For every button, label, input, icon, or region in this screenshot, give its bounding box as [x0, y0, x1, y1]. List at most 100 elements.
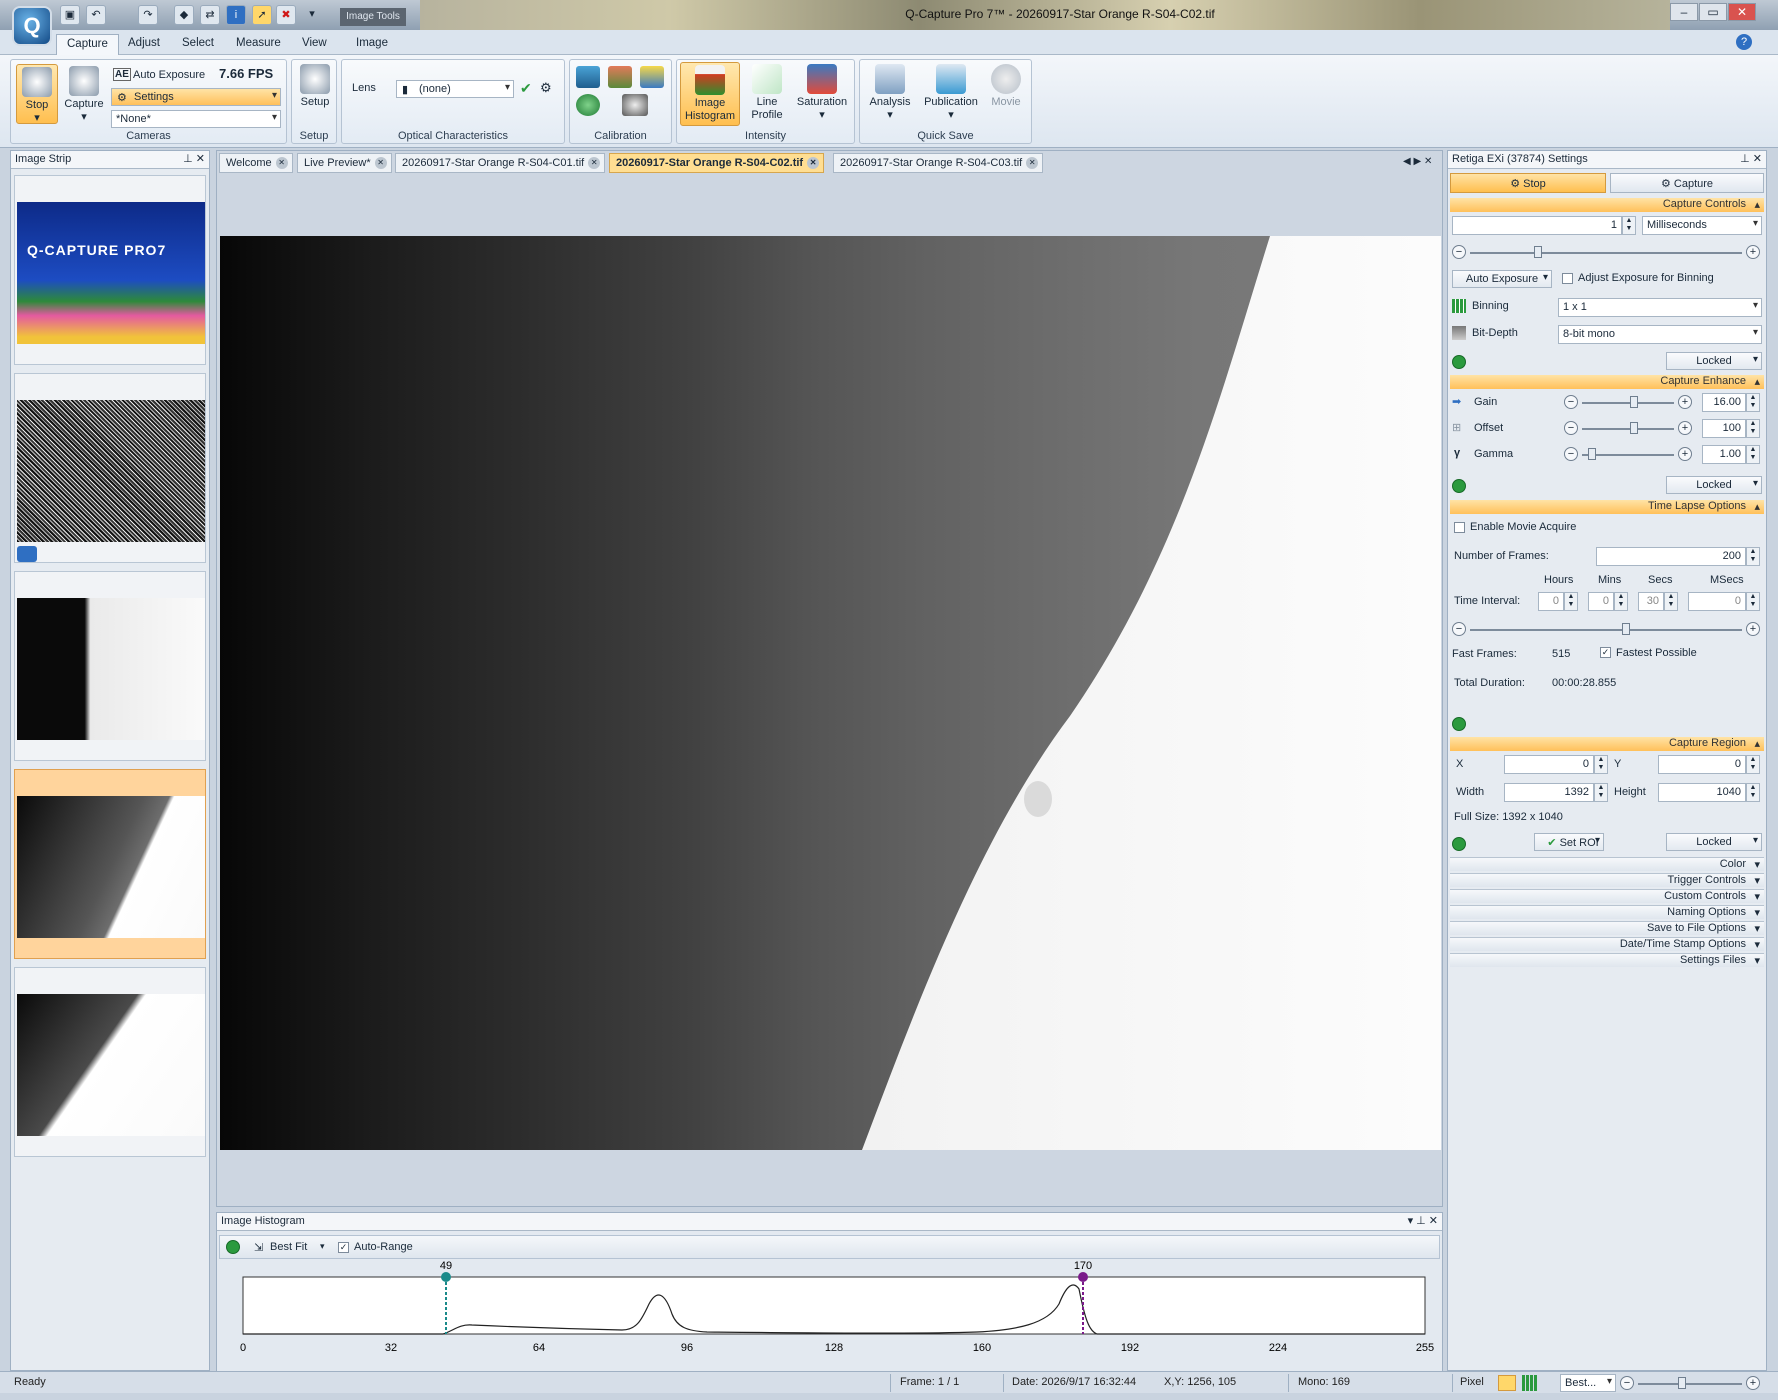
calibration-camera-icon[interactable]: [576, 66, 600, 88]
fit-chevron-down-icon[interactable]: ▾: [320, 1241, 325, 1252]
delete-icon[interactable]: ✖: [276, 5, 296, 25]
tab-scroll-arrows-icon[interactable]: ◀ ▶ ✕: [1403, 156, 1432, 167]
panel-stop-button[interactable]: ⚙ Stop: [1450, 173, 1606, 193]
frames-input[interactable]: 200: [1596, 547, 1746, 566]
fastest-possible-checkbox[interactable]: ✓: [1600, 647, 1611, 658]
gain-slider-thumb[interactable]: [1630, 396, 1638, 408]
interval-increase-icon[interactable]: +: [1746, 622, 1760, 636]
gamma-spinner[interactable]: ▲ ▼: [1746, 445, 1760, 464]
time-lapse-header[interactable]: Time Lapse Options: [1450, 500, 1764, 514]
msecs-spinner[interactable]: ▲ ▼: [1746, 592, 1760, 611]
zoom-slider-thumb[interactable]: [1678, 1377, 1686, 1389]
hours-spinner[interactable]: ▲ ▼: [1564, 592, 1578, 611]
capture-region-header[interactable]: Capture Region: [1450, 737, 1764, 751]
tab-adjust[interactable]: Adjust: [118, 34, 170, 55]
naming-options-section[interactable]: Naming Options: [1450, 905, 1764, 919]
close-tab-icon[interactable]: ✕: [807, 157, 820, 169]
color-section[interactable]: Color: [1450, 857, 1764, 871]
doc-tab-welcome[interactable]: Welcome ✕: [219, 153, 293, 173]
histogram-chart[interactable]: 49 170 0 32 64 96 128 160 192 224 255: [217, 1259, 1444, 1371]
capture-controls-refresh-icon[interactable]: [1452, 355, 1466, 369]
image-canvas[interactable]: [220, 236, 1441, 1150]
help-icon[interactable]: ?: [1736, 34, 1752, 50]
settings-dropdown[interactable]: ⚙ Settings: [111, 88, 281, 106]
capture-enhance-refresh-icon[interactable]: [1452, 479, 1466, 493]
saturation-button[interactable]: Saturation ▾: [791, 64, 853, 122]
doc-tab-c01[interactable]: 20260917-Star Orange R-S04-C01.tif ✕: [395, 153, 606, 173]
capture-controls-header[interactable]: Capture Controls: [1450, 198, 1764, 212]
save-to-file-section[interactable]: Save to File Options: [1450, 921, 1764, 935]
thumbnail-welcome[interactable]: Q-CAPTURE PRO7: [14, 175, 206, 365]
preset-dropdown[interactable]: *None*: [111, 110, 281, 128]
gamma-input[interactable]: 1.00: [1702, 445, 1746, 464]
offset-decrease-icon[interactable]: −: [1564, 421, 1578, 435]
doc-tab-c02[interactable]: 20260917-Star Orange R-S04-C02.tif ✕: [609, 153, 825, 173]
tab-measure[interactable]: Measure: [226, 34, 291, 55]
apply-check-icon[interactable]: ✔: [520, 80, 532, 97]
best-fit-dropdown[interactable]: Best Fit: [270, 1241, 307, 1253]
gain-input[interactable]: 16.00: [1702, 393, 1746, 412]
close-tab-icon[interactable]: ✕: [374, 157, 387, 169]
y-input[interactable]: 0: [1658, 755, 1746, 774]
interval-decrease-icon[interactable]: −: [1452, 622, 1466, 636]
stop-button[interactable]: Stop ▾: [16, 64, 58, 124]
zoom-dropdown[interactable]: Best...: [1560, 1374, 1616, 1392]
gamma-increase-icon[interactable]: +: [1678, 447, 1692, 461]
high-marker-handle[interactable]: [1078, 1272, 1088, 1282]
image-view-icon[interactable]: [1498, 1375, 1516, 1391]
publication-button[interactable]: Publication ▾: [920, 64, 982, 122]
tab-select[interactable]: Select: [172, 34, 224, 55]
refresh-calibration-icon[interactable]: [576, 94, 600, 116]
capture-enhance-locked-dropdown[interactable]: Locked: [1666, 476, 1762, 494]
trigger-controls-section[interactable]: Trigger Controls: [1450, 873, 1764, 887]
gamma-decrease-icon[interactable]: −: [1564, 447, 1578, 461]
set-roi-button[interactable]: ✔ Set ROI: [1534, 833, 1604, 851]
capture-region-refresh-icon[interactable]: [1452, 837, 1466, 851]
thumbnail-c01[interactable]: [14, 571, 206, 761]
save-icon[interactable]: ▣: [60, 5, 80, 25]
close-tab-icon[interactable]: ✕: [275, 157, 288, 169]
height-spinner[interactable]: ▲ ▼: [1746, 783, 1760, 802]
thumbnail-c02[interactable]: [14, 769, 206, 959]
capture-button[interactable]: Capture ▾: [63, 64, 105, 124]
mins-input[interactable]: 0: [1588, 592, 1614, 611]
interval-slider-thumb[interactable]: [1622, 623, 1630, 635]
movie-button[interactable]: Movie: [984, 64, 1028, 109]
setup-button[interactable]: Setup: [295, 64, 335, 109]
x-input[interactable]: 0: [1504, 755, 1594, 774]
color-calibration-icon[interactable]: [608, 66, 632, 88]
frames-spinner[interactable]: ▲ ▼: [1746, 547, 1760, 566]
bit-depth-dropdown[interactable]: 8-bit mono: [1558, 325, 1762, 344]
height-input[interactable]: 1040: [1658, 783, 1746, 802]
capture-region-locked-dropdown[interactable]: Locked: [1666, 833, 1762, 851]
time-lapse-refresh-icon[interactable]: [1452, 717, 1466, 731]
offset-increase-icon[interactable]: +: [1678, 421, 1692, 435]
auto-range-checkbox[interactable]: ✓: [338, 1242, 349, 1253]
binning-dropdown[interactable]: 1 x 1: [1558, 298, 1762, 317]
secs-input[interactable]: 30: [1638, 592, 1664, 611]
pointer-icon[interactable]: ➚: [252, 5, 272, 25]
lens-settings-icon[interactable]: ⚙: [540, 80, 552, 96]
close-window-button[interactable]: ✕: [1728, 3, 1756, 21]
settings-files-section[interactable]: Settings Files: [1450, 953, 1764, 967]
offset-spinner[interactable]: ▲ ▼: [1746, 419, 1760, 438]
custom-controls-section[interactable]: Custom Controls: [1450, 889, 1764, 903]
redo-icon[interactable]: ↷: [138, 5, 158, 25]
zoom-slider-track[interactable]: [1638, 1383, 1742, 1385]
gain-decrease-icon[interactable]: −: [1564, 395, 1578, 409]
hours-input[interactable]: 0: [1538, 592, 1564, 611]
analysis-button[interactable]: Analysis ▾: [864, 64, 916, 122]
offset-input[interactable]: 100: [1702, 419, 1746, 438]
customize-toolbar-icon[interactable]: ▾: [302, 5, 322, 25]
x-spinner[interactable]: ▲ ▼: [1594, 755, 1608, 774]
exposure-decrease-icon[interactable]: −: [1452, 245, 1466, 259]
arrows-icon[interactable]: ⇄: [200, 5, 220, 25]
ruler-calibration-icon[interactable]: [640, 66, 664, 88]
exposure-slider-thumb[interactable]: [1534, 246, 1542, 258]
exposure-input[interactable]: 1: [1452, 216, 1622, 235]
pin-close-icons[interactable]: ⊥ ✕: [183, 152, 205, 165]
doc-tab-live-preview[interactable]: Live Preview* ✕: [297, 153, 392, 173]
zoom-out-icon[interactable]: −: [1620, 1376, 1634, 1390]
status-pixel-unit[interactable]: Pixel: [1460, 1376, 1484, 1388]
tab-view[interactable]: View: [292, 34, 337, 55]
